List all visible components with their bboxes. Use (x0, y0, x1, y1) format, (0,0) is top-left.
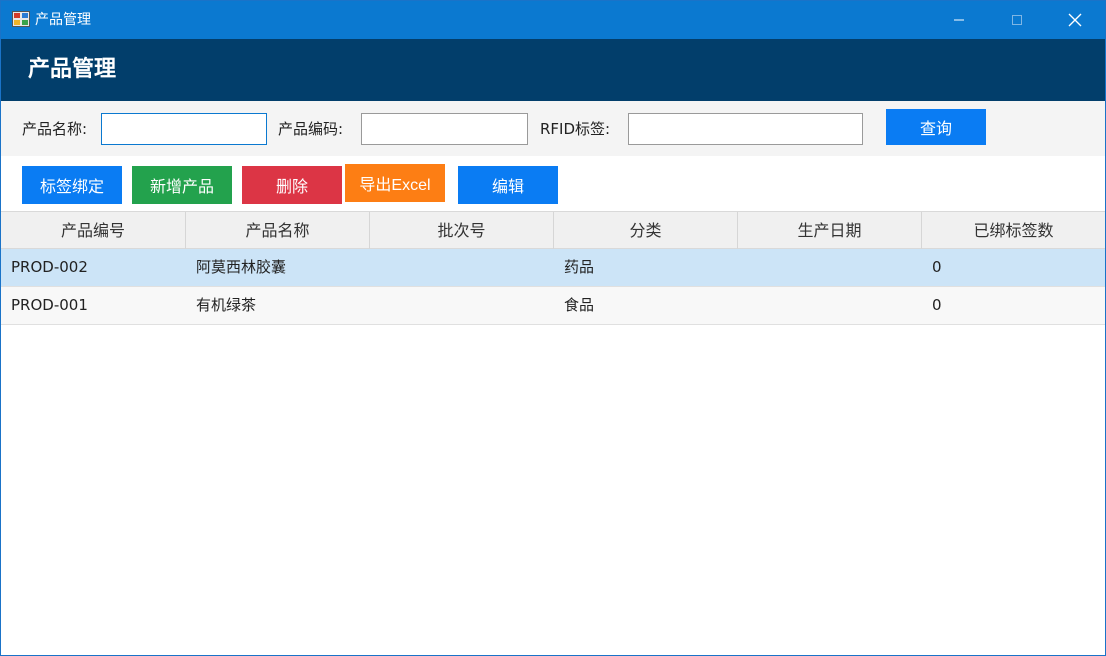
title-bar[interactable]: 产品管理 (1, 1, 1105, 39)
table-row[interactable]: PROD-002 阿莫西林胶囊 药品 0 (1, 249, 1105, 287)
query-button[interactable]: 查询 (886, 109, 986, 145)
cell-date (738, 249, 922, 286)
column-header-batch[interactable]: 批次号 (370, 212, 554, 249)
cell-category: 食品 (564, 296, 595, 314)
window-title: 产品管理 (35, 12, 91, 28)
delete-button[interactable]: 删除 (242, 166, 342, 204)
cell-category: 药品 (564, 258, 595, 276)
add-product-button[interactable]: 新增产品 (132, 166, 232, 204)
maximize-button[interactable] (988, 1, 1046, 39)
minimize-button[interactable] (930, 1, 988, 39)
cell-date (738, 287, 922, 324)
app-icon (12, 11, 30, 27)
cell-tag-count: 0 (932, 296, 942, 314)
cell-code: PROD-002 (11, 258, 88, 276)
minimize-icon (954, 19, 964, 21)
table-row[interactable]: PROD-001 有机绿茶 食品 0 (1, 287, 1105, 325)
column-header-name[interactable]: 产品名称 (186, 212, 370, 249)
column-header-code[interactable]: 产品编号 (1, 212, 186, 249)
product-name-input[interactable] (101, 113, 267, 145)
cell-batch (370, 249, 554, 286)
close-button[interactable] (1046, 1, 1104, 39)
cell-batch (370, 287, 554, 324)
search-bar: 产品名称: 产品编码: RFID标签: 查询 (1, 101, 1105, 156)
column-header-date[interactable]: 生产日期 (738, 212, 922, 249)
rfid-tag-input[interactable] (628, 113, 863, 145)
column-header-category[interactable]: 分类 (554, 212, 738, 249)
product-management-window: 产品管理 产品管理 产品名称: 产品编码: RFID标签: 查询 标签绑定 新增… (0, 0, 1106, 656)
maximize-icon (1012, 15, 1022, 25)
column-header-tag-count[interactable]: 已绑标签数 (922, 212, 1105, 249)
tag-bind-button[interactable]: 标签绑定 (22, 166, 122, 204)
table-header: 产品编号 产品名称 批次号 分类 生产日期 已绑标签数 (1, 211, 1105, 249)
cell-name: 有机绿茶 (196, 296, 257, 314)
product-code-input[interactable] (361, 113, 528, 145)
product-name-label: 产品名称: (22, 120, 88, 138)
export-excel-button[interactable]: 导出Excel (345, 164, 445, 202)
close-icon (1068, 13, 1082, 27)
page-title: 产品管理 (28, 57, 117, 82)
cell-name: 阿莫西林胶囊 (196, 258, 287, 276)
page-header: 产品管理 (1, 39, 1105, 101)
product-code-label: 产品编码: (278, 120, 344, 138)
edit-button[interactable]: 编辑 (458, 166, 558, 204)
cell-code: PROD-001 (11, 296, 88, 314)
rfid-tag-label: RFID标签: (540, 120, 611, 138)
cell-tag-count: 0 (932, 258, 942, 276)
